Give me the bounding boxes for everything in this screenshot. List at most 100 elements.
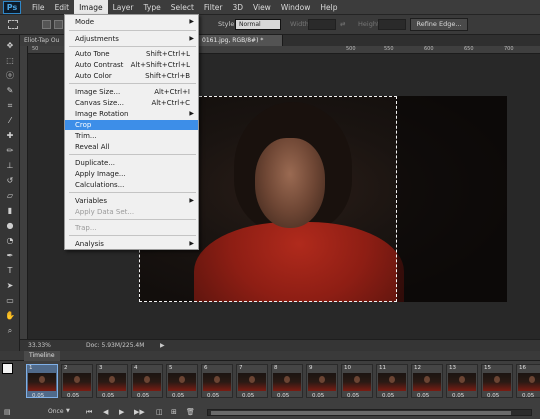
status-menu-arrow-icon[interactable]: ▶ (160, 340, 165, 351)
timeline-frame[interactable]: 9 0.05 (306, 364, 338, 399)
path-select-tool-icon[interactable]: ➤ (4, 281, 16, 291)
menu-item-image-rotation[interactable]: Image Rotation ▶ (65, 109, 198, 119)
crop-tool-icon[interactable]: ⌗ (4, 101, 16, 111)
menu-item-auto-color[interactable]: Auto Color Shift+Ctrl+B (65, 71, 198, 81)
loop-dropdown-icon[interactable]: ▼ (66, 408, 70, 414)
menu-type[interactable]: Type (139, 0, 166, 15)
height-field[interactable] (378, 19, 406, 30)
frame-duration[interactable]: 0.05 (277, 393, 289, 399)
style-select[interactable]: Normal (235, 19, 281, 30)
stamp-tool-icon[interactable]: ⊥ (4, 161, 16, 171)
frame-duration[interactable]: 0.05 (487, 393, 499, 399)
frame-duration[interactable]: 0.05 (347, 393, 359, 399)
duplicate-frame-icon[interactable]: ⊞ (171, 408, 177, 416)
dodge-tool-icon[interactable]: ◔ (4, 236, 16, 246)
tab-document-active[interactable]: 0161.jpg, RGB/8#) * (198, 35, 283, 46)
zoom-tool-icon[interactable]: ⌕ (4, 326, 16, 336)
timeline-frame[interactable]: 11 0.05 (376, 364, 408, 399)
menu-item-duplicate[interactable]: Duplicate... (65, 158, 198, 168)
menu-file[interactable]: File (27, 0, 50, 15)
shape-tool-icon[interactable]: ▭ (4, 296, 16, 306)
new-selection-icon[interactable] (42, 20, 51, 29)
move-tool-icon[interactable]: ✥ (4, 41, 16, 51)
menu-filter[interactable]: Filter (199, 0, 228, 15)
menu-item-auto-tone[interactable]: Auto Tone Shift+Ctrl+L (65, 49, 198, 59)
timeline-tab[interactable]: Timeline (24, 351, 60, 361)
quick-select-tool-icon[interactable]: ✎ (4, 86, 16, 96)
menu-item-adjustments[interactable]: Adjustments ▶ (65, 34, 198, 44)
prev-frame-icon[interactable]: ◀ (103, 408, 108, 416)
timeline-frame[interactable]: 6 0.05 (201, 364, 233, 399)
frame-duration[interactable]: 0.05 (102, 393, 114, 399)
lasso-tool-icon[interactable]: ⓞ (4, 71, 16, 81)
play-icon[interactable]: ▶ (119, 408, 124, 416)
menu-item-calculations[interactable]: Calculations... (65, 180, 198, 190)
history-brush-tool-icon[interactable]: ↺ (4, 176, 16, 186)
timeline-frame[interactable]: 1 0.05 (26, 364, 58, 399)
frame-duration[interactable]: 0.05 (67, 393, 79, 399)
type-tool-icon[interactable]: T (4, 266, 16, 276)
delete-frame-icon[interactable]: 🗑 (186, 408, 195, 416)
frame-duration[interactable]: 0.05 (522, 393, 534, 399)
menu-3d[interactable]: 3D (227, 0, 248, 15)
blur-tool-icon[interactable]: ● (4, 221, 16, 231)
frame-duration[interactable]: 0.05 (207, 393, 219, 399)
timeline-frame[interactable]: 10 0.05 (341, 364, 373, 399)
menu-item-auto-contrast[interactable]: Auto Contrast Alt+Shift+Ctrl+L (65, 60, 198, 70)
tab-document-1[interactable]: Eliot-Tap Ou (20, 35, 70, 46)
timeline-scrollbar[interactable] (207, 409, 532, 416)
timeline-frame[interactable]: 4 0.05 (131, 364, 163, 399)
frame-duration[interactable]: 0.05 (382, 393, 394, 399)
timeline-frame[interactable]: 12 0.05 (411, 364, 443, 399)
frame-duration[interactable]: 0.05 (417, 393, 429, 399)
timeline-frame[interactable]: 13 0.05 (446, 364, 478, 399)
frame-duration[interactable]: 0.05 (452, 393, 464, 399)
healing-tool-icon[interactable]: ✚ (4, 131, 16, 141)
menu-item-mode[interactable]: Mode ▶ (65, 17, 198, 27)
swap-icon[interactable]: ⇄ (340, 20, 345, 28)
menu-image[interactable]: Image (74, 0, 108, 15)
menu-item-apply-image[interactable]: Apply Image... (65, 169, 198, 179)
next-frame-icon[interactable]: ▶▶ (134, 408, 145, 416)
menu-edit[interactable]: Edit (50, 0, 75, 15)
eyedropper-tool-icon[interactable]: ⁄ (4, 116, 16, 126)
timeline-frame[interactable]: 2 0.05 (61, 364, 93, 399)
timeline-frame[interactable]: 7 0.05 (236, 364, 268, 399)
eraser-tool-icon[interactable]: ▱ (4, 191, 16, 201)
loop-select[interactable]: Once (48, 408, 64, 415)
gradient-tool-icon[interactable]: ▮ (4, 206, 16, 216)
frame-duration[interactable]: 0.05 (137, 393, 149, 399)
timeline-frame[interactable]: 5 0.05 (166, 364, 198, 399)
menu-item-analysis[interactable]: Analysis ▶ (65, 239, 198, 249)
marquee-tool-icon[interactable] (8, 20, 18, 29)
menu-view[interactable]: View (248, 0, 276, 15)
menu-item-canvas-size[interactable]: Canvas Size... Alt+Ctrl+C (65, 98, 198, 108)
width-field[interactable] (308, 19, 336, 30)
frame-duration[interactable]: 0.05 (242, 393, 254, 399)
timeline-frame[interactable]: 15 0.05 (481, 364, 513, 399)
menu-item-image-size[interactable]: Image Size... Alt+Ctrl+I (65, 87, 198, 97)
add-selection-icon[interactable] (54, 20, 63, 29)
zoom-level[interactable]: 33.33% (28, 340, 51, 351)
menu-layer[interactable]: Layer (108, 0, 139, 15)
frame-duration[interactable]: 0.05 (172, 393, 184, 399)
timeline-frame[interactable]: 3 0.05 (96, 364, 128, 399)
menu-select[interactable]: Select (166, 0, 199, 15)
timeline-frame[interactable]: 8 0.05 (271, 364, 303, 399)
menu-item-trim[interactable]: Trim... (65, 131, 198, 141)
first-frame-icon[interactable]: ⏮ (86, 408, 92, 417)
frame-duration[interactable]: 0.05 (32, 393, 44, 399)
foreground-color-swatch[interactable] (2, 363, 13, 374)
menu-window[interactable]: Window (276, 0, 316, 15)
brush-tool-icon[interactable]: ✏ (4, 146, 16, 156)
rect-marquee-tool-icon[interactable]: ⬚ (4, 56, 16, 66)
menu-item-variables[interactable]: Variables ▶ (65, 196, 198, 206)
pen-tool-icon[interactable]: ✒ (4, 251, 16, 261)
tween-icon[interactable]: ◫ (156, 408, 163, 416)
menu-item-reveal-all[interactable]: Reveal All (65, 142, 198, 152)
menu-help[interactable]: Help (315, 0, 342, 15)
scroll-thumb[interactable] (211, 411, 511, 415)
refine-edge-button[interactable]: Refine Edge... (410, 18, 468, 31)
frame-duration[interactable]: 0.05 (312, 393, 324, 399)
hand-tool-icon[interactable]: ✋ (4, 311, 16, 321)
